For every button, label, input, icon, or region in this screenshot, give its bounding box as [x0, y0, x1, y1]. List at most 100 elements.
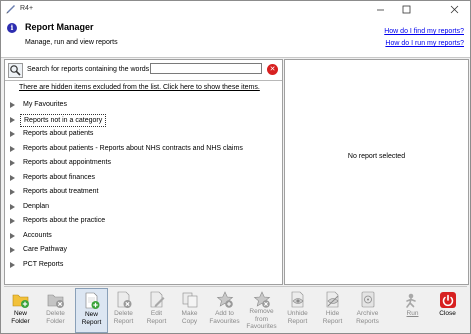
info-icon: i: [7, 23, 17, 33]
close-label: Close: [439, 310, 456, 317]
tree-item-label: Reports about the practice: [23, 217, 106, 224]
new-report-icon: [85, 292, 100, 309]
hide-label-1: Hide: [325, 310, 340, 317]
delete-folder-button[interactable]: Delete Folder: [40, 288, 71, 331]
unhide-report-button[interactable]: Unhide Report: [282, 288, 313, 331]
remove-favourite-icon: [253, 291, 271, 308]
expand-arrow-icon[interactable]: [10, 218, 15, 224]
tree-item-label: PCT Reports: [23, 260, 64, 268]
tree-item-label: Accounts: [23, 231, 52, 239]
page-title: Report Manager: [25, 22, 94, 32]
tree-item-practice[interactable]: Reports about the practice: [5, 214, 282, 229]
tree-item-label: Reports about patients: [23, 130, 94, 137]
delete-report-button[interactable]: Delete Report: [108, 288, 139, 331]
tree-item-not-in-category[interactable]: Reports not in a category: [5, 113, 282, 128]
report-detail-pane: No report selected: [284, 59, 469, 285]
add-favourite-icon: [216, 291, 234, 308]
expand-arrow-icon[interactable]: [10, 261, 15, 268]
new-report-label-1: New: [84, 311, 98, 318]
archive-reports-button[interactable]: Archive Reports: [352, 288, 383, 331]
delete-report-label-1: Delete: [114, 310, 133, 317]
edit-report-label-2: Report: [146, 317, 167, 325]
search-bar: Search for reports containing the words …: [5, 60, 282, 81]
add-fav-label-1: Add to: [215, 310, 234, 317]
show-hidden-items-link[interactable]: There are hidden items excluded from the…: [19, 84, 260, 91]
copy-icon: [182, 292, 198, 308]
run-button[interactable]: Run: [397, 288, 428, 331]
expand-arrow-icon[interactable]: [10, 160, 15, 166]
remove-from-favourites-button[interactable]: Remove from Favourites: [246, 288, 277, 331]
remove-fav-label-2: from: [255, 315, 268, 323]
make-copy-button[interactable]: Make Copy: [174, 288, 205, 331]
close-x-icon: [450, 5, 458, 13]
expand-arrow-icon[interactable]: [10, 145, 15, 152]
expand-arrow-icon[interactable]: [10, 102, 15, 108]
tree-item-label: Care Pathway: [23, 246, 67, 253]
help-link-find-reports[interactable]: How do I find my reports?: [384, 28, 464, 35]
delete-report-icon: [117, 291, 132, 308]
tree-item-denplan[interactable]: Denplan: [5, 200, 282, 215]
clear-search-icon[interactable]: ✕: [267, 64, 278, 75]
close-button[interactable]: Close: [432, 288, 463, 331]
tree-item-label: Reports about patients - Reports about N…: [23, 144, 243, 152]
window-close-button[interactable]: [441, 1, 467, 17]
tree-item-pct-reports[interactable]: PCT Reports: [5, 258, 282, 273]
tree-item-nhs-contracts[interactable]: Reports about patients - Reports about N…: [5, 142, 282, 157]
tree-item-label: Reports about treatment: [23, 188, 99, 195]
maximize-button[interactable]: [393, 1, 419, 17]
remove-fav-label-1: Remove: [249, 308, 274, 315]
delete-folder-label-2: Folder: [46, 317, 65, 325]
run-icon: [406, 293, 416, 308]
run-label: Run: [406, 310, 419, 317]
edit-report-icon: [150, 291, 165, 308]
add-to-favourites-button[interactable]: Add to Favourites: [209, 288, 240, 331]
tree-item-care-pathway[interactable]: Care Pathway: [5, 243, 282, 258]
expand-arrow-icon[interactable]: [10, 131, 15, 137]
app-icon: [6, 5, 15, 14]
make-copy-label-1: Make: [181, 310, 198, 317]
unhide-label-2: Report: [287, 317, 308, 325]
tree-item-treatment[interactable]: Reports about treatment: [5, 185, 282, 200]
remove-fav-label-3: Favourites: [246, 323, 277, 330]
tree-item-label: Reports about finances: [23, 173, 95, 181]
new-folder-icon: [12, 294, 29, 308]
minimize-button[interactable]: [367, 1, 393, 17]
tree-item-label: Denplan: [23, 202, 50, 210]
new-report-button[interactable]: New Report: [75, 288, 108, 333]
minimize-icon: [376, 9, 384, 10]
expand-arrow-icon[interactable]: [10, 174, 15, 181]
tree-item-patients[interactable]: Reports about patients: [5, 127, 282, 142]
new-folder-label-1: New: [13, 310, 27, 317]
no-report-selected-text: No report selected: [347, 153, 406, 160]
expand-arrow-icon[interactable]: [10, 247, 15, 253]
archive-label-2: Reports: [356, 317, 379, 325]
tree-item-my-favourites[interactable]: My Favourites: [5, 98, 282, 113]
tree-item-label: My Favourites: [23, 101, 67, 108]
new-folder-button[interactable]: New Folder: [5, 288, 36, 331]
report-list-pane: Search for reports containing the words …: [4, 59, 283, 285]
delete-folder-icon: [47, 294, 64, 308]
expand-arrow-icon[interactable]: [10, 232, 15, 239]
hide-report-icon: [326, 291, 339, 308]
search-input[interactable]: [150, 63, 262, 74]
tree-item-label: Reports not in a category: [20, 113, 107, 127]
help-link-run-reports[interactable]: How do I run my reports?: [385, 40, 464, 47]
delete-report-label-2: Report: [113, 317, 134, 325]
expand-arrow-icon[interactable]: [10, 116, 15, 123]
hide-report-button[interactable]: Hide Report: [317, 288, 348, 331]
report-category-tree: My Favourites Reports not in a category …: [5, 98, 282, 272]
expand-arrow-icon[interactable]: [10, 189, 15, 195]
tree-item-appointments[interactable]: Reports about appointments: [5, 156, 282, 171]
unhide-report-icon: [291, 291, 304, 308]
tree-item-accounts[interactable]: Accounts: [5, 229, 282, 244]
new-report-label-2: Report: [81, 318, 102, 326]
archive-reports-icon: [361, 291, 375, 308]
tree-item-finances[interactable]: Reports about finances: [5, 171, 282, 186]
title-bar[interactable]: R4+: [1, 1, 470, 17]
edit-report-button[interactable]: Edit Report: [141, 288, 172, 331]
toolbar: New Folder Delete Folder New Report Delete R…: [4, 286, 467, 333]
expand-arrow-icon[interactable]: [10, 203, 15, 210]
delete-folder-label-1: Delete: [46, 310, 65, 317]
unhide-label-1: Unhide: [287, 310, 308, 317]
search-icon: [8, 63, 23, 78]
